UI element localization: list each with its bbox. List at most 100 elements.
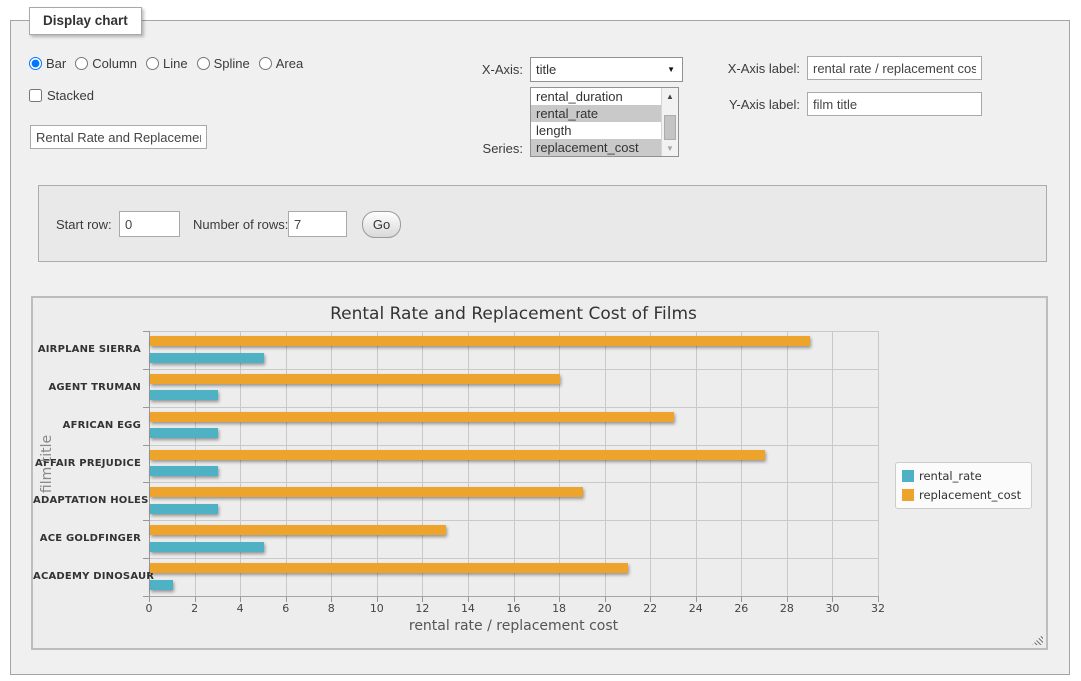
x-axis-line (149, 596, 879, 597)
bar-rental_rate[interactable] (150, 466, 218, 476)
series-scrollbar[interactable]: ▲ ▼ (661, 88, 678, 156)
scrollbar-thumb[interactable] (664, 115, 676, 140)
x-tick-label: 14 (448, 602, 488, 615)
x-gridline (286, 331, 287, 596)
category-label: ADAPTATION HOLES (33, 495, 141, 506)
bar-rental_rate[interactable] (150, 390, 218, 400)
stacked-row: Stacked (29, 88, 94, 103)
x-gridline (377, 331, 378, 596)
go-button[interactable]: Go (362, 211, 401, 238)
stacked-checkbox[interactable] (29, 89, 42, 102)
chart-legend: rental_rate replacement_cost (895, 462, 1032, 509)
x-tick-label: 26 (721, 602, 761, 615)
y-gridline (149, 558, 878, 559)
chart-type-option-column[interactable]: Column (75, 56, 137, 71)
y-gridline (149, 369, 878, 370)
bar-rental_rate[interactable] (150, 542, 264, 552)
x-gridline (422, 331, 423, 596)
category-label: ACE GOLDFINGER (33, 533, 141, 544)
x-axis-select-value: title (531, 62, 667, 77)
legend-label: replacement_cost (919, 488, 1021, 502)
start-row-input[interactable] (119, 211, 180, 237)
legend-item-replacement_cost[interactable]: replacement_cost (902, 488, 1021, 502)
bar-rental_rate[interactable] (150, 504, 218, 514)
row-controls-box (38, 185, 1047, 262)
chart-type-option-area[interactable]: Area (259, 56, 303, 71)
y-gridline (149, 445, 878, 446)
resize-handle-icon[interactable] (1032, 634, 1043, 645)
bar-radio[interactable] (29, 57, 42, 70)
category-label: AGENT TRUMAN (33, 382, 141, 393)
bar-replacement_cost[interactable] (150, 374, 560, 384)
x-tick-label: 32 (858, 602, 898, 615)
legend-item-rental_rate[interactable]: rental_rate (902, 469, 1021, 483)
series-option-rental_duration[interactable]: rental_duration (531, 88, 661, 105)
chart-type-option-line[interactable]: Line (146, 56, 188, 71)
bar-replacement_cost[interactable] (150, 563, 628, 573)
start-row-label: Start row: (56, 217, 112, 232)
category-label: AFRICAN EGG (33, 420, 141, 431)
x-tick-label: 24 (676, 602, 716, 615)
x-gridline (650, 331, 651, 596)
x-gridline (605, 331, 606, 596)
stacked-label: Stacked (47, 88, 94, 103)
line-radio[interactable] (146, 57, 159, 70)
chart-type-option-spline[interactable]: Spline (197, 56, 250, 71)
scroll-up-icon[interactable]: ▲ (662, 88, 678, 104)
y-axis-label-input[interactable] (807, 92, 982, 116)
y-gridline (149, 482, 878, 483)
x-gridline (696, 331, 697, 596)
x-tick-label: 0 (129, 602, 169, 615)
x-tick-label: 2 (175, 602, 215, 615)
number-of-rows-input[interactable] (288, 211, 347, 237)
y-gridline (149, 331, 878, 332)
x-gridline (741, 331, 742, 596)
category-label: ACADEMY DINOSAUR (33, 571, 141, 582)
x-tick-label: 12 (402, 602, 442, 615)
series-option-replacement_cost[interactable]: replacement_cost (531, 139, 661, 156)
scroll-down-icon[interactable]: ▼ (662, 140, 678, 156)
x-gridline (878, 331, 879, 596)
chart-title-input[interactable] (30, 125, 207, 149)
x-axis-select[interactable]: title ▼ (530, 57, 683, 82)
x-tick-label: 6 (266, 602, 306, 615)
x-gridline (195, 331, 196, 596)
number-of-rows-label: Number of rows: (193, 217, 288, 232)
bar-replacement_cost[interactable] (150, 487, 583, 497)
bar-replacement_cost[interactable] (150, 336, 810, 346)
x-tick-label: 20 (585, 602, 625, 615)
area-radio[interactable] (259, 57, 272, 70)
x-axis-label-input[interactable] (807, 56, 982, 80)
category-label: AIRPLANE SIERRA (33, 344, 141, 355)
bar-replacement_cost[interactable] (150, 412, 674, 422)
bar-rental_rate[interactable] (150, 428, 218, 438)
chart-type-option-bar[interactable]: Bar (29, 56, 66, 71)
legend-swatch-icon (902, 489, 914, 501)
x-gridline (559, 331, 560, 596)
radio-label: Column (92, 56, 137, 71)
y-gridline (149, 407, 878, 408)
chevron-down-icon: ▼ (667, 65, 682, 74)
series-option-length[interactable]: length (531, 122, 661, 139)
legend-swatch-icon (902, 470, 914, 482)
chart: 02468101214161820222426283032AIRPLANE SI… (31, 296, 1048, 650)
radio-label: Line (163, 56, 188, 71)
x-tick-label: 30 (812, 602, 852, 615)
x-gridline (240, 331, 241, 596)
y-axis-title: film title (39, 434, 55, 492)
bar-rental_rate[interactable] (150, 580, 173, 590)
chart-type-radios: Bar Column Line Spline Area (29, 56, 303, 71)
bar-rental_rate[interactable] (150, 353, 264, 363)
series-listbox-items: rental_durationrental_ratelengthreplacem… (531, 88, 661, 156)
spline-radio[interactable] (197, 57, 210, 70)
bar-replacement_cost[interactable] (150, 525, 446, 535)
column-radio[interactable] (75, 57, 88, 70)
x-axis-label-label: X-Axis label: (700, 61, 800, 76)
legend-label: rental_rate (919, 469, 982, 483)
series-option-rental_rate[interactable]: rental_rate (531, 105, 661, 122)
chart-title: Rental Rate and Replacement Cost of Film… (149, 304, 878, 324)
x-gridline (832, 331, 833, 596)
bar-replacement_cost[interactable] (150, 450, 765, 460)
y-axis-label-label: Y-Axis label: (700, 97, 800, 112)
series-listbox[interactable]: rental_durationrental_ratelengthreplacem… (530, 87, 679, 157)
